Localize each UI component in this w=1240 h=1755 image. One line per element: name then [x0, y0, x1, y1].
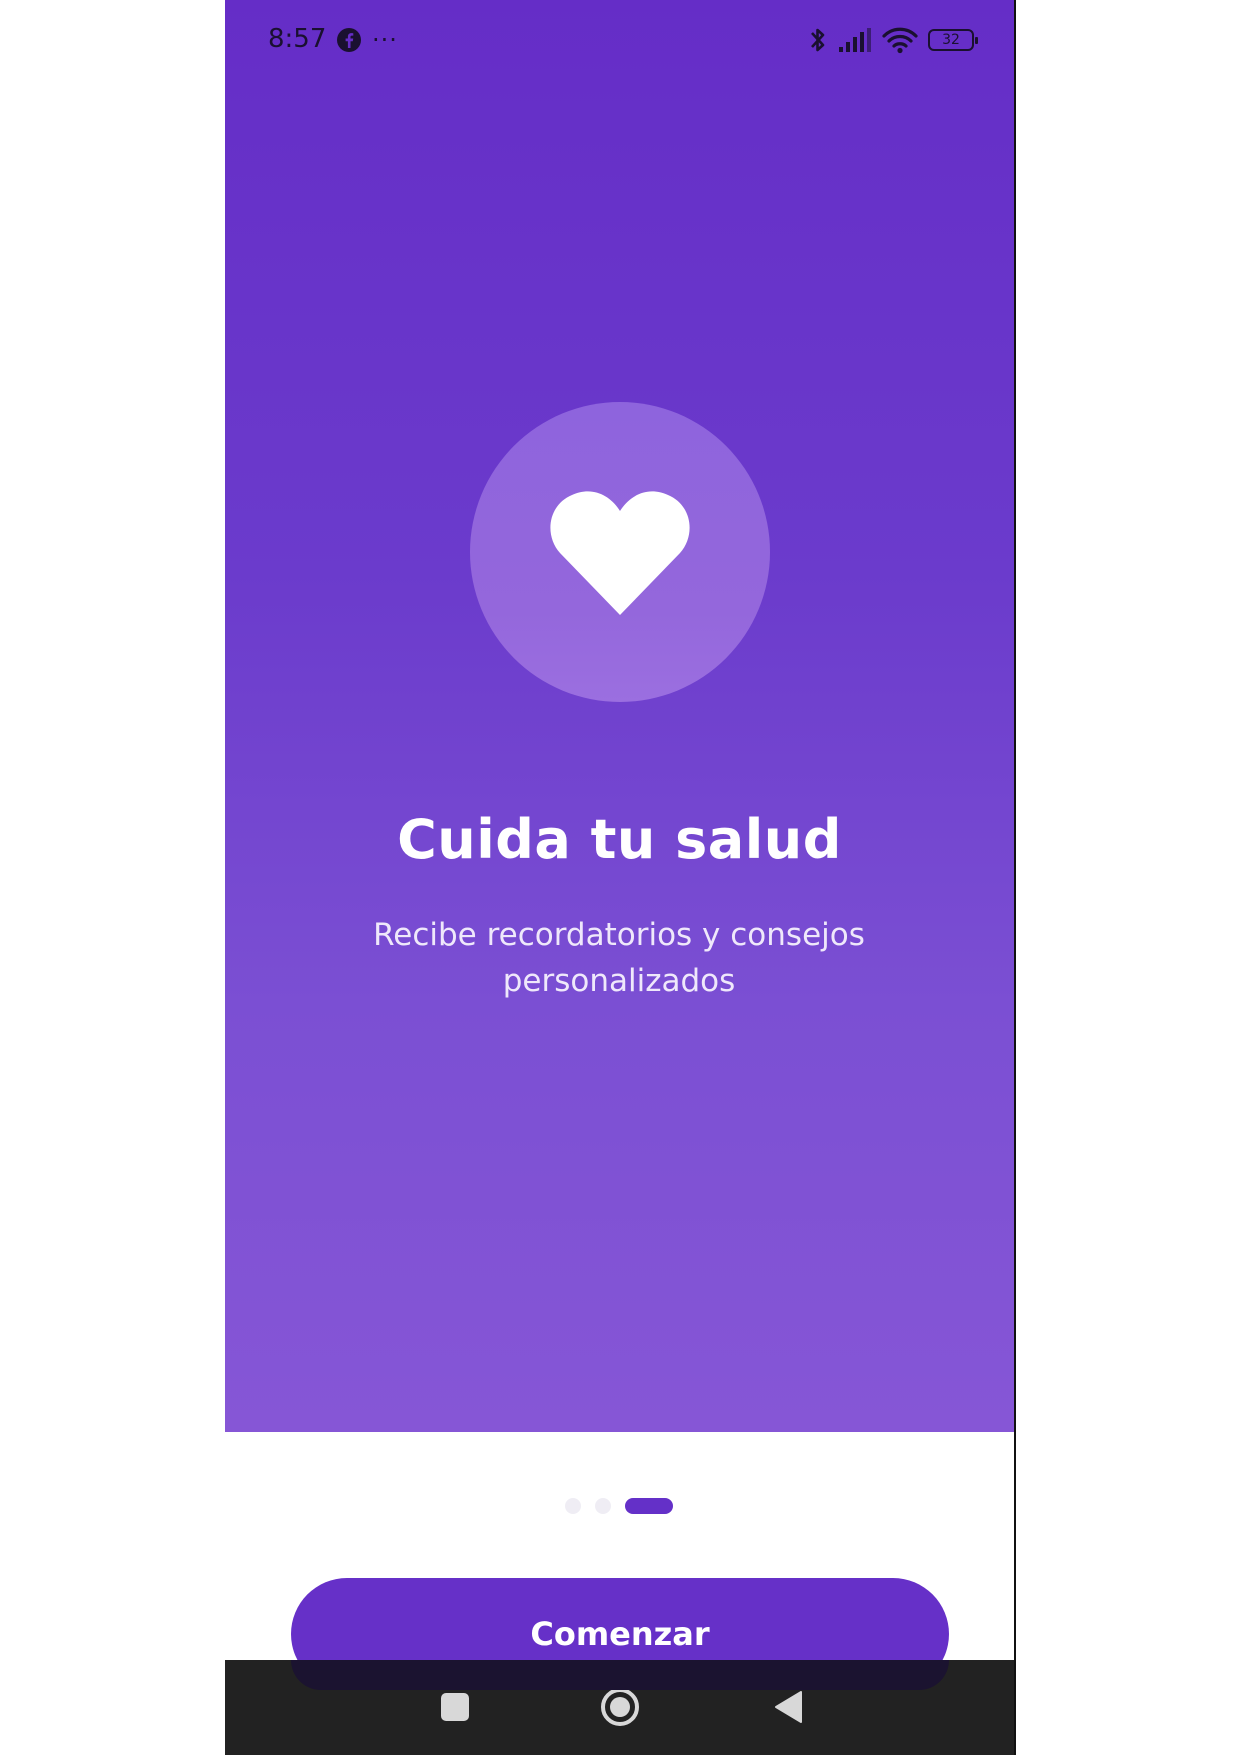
signal-icon — [839, 28, 871, 52]
battery-icon: 32 — [928, 29, 978, 51]
onboarding-title: Cuida tu salud — [397, 808, 842, 871]
feature-icon-circle — [470, 402, 770, 702]
system-icons: 32 — [808, 24, 978, 56]
home-circle-icon[interactable] — [597, 1684, 643, 1730]
page-dot-1[interactable] — [565, 1498, 581, 1514]
status-time: 8:57 — [268, 24, 327, 54]
onboarding-subtitle: Recibe recordatorios y consejos personal… — [373, 917, 865, 999]
page-indicator — [565, 1497, 673, 1514]
status-bar: 8:57 ··· 32 — [225, 0, 1014, 80]
recents-square-icon[interactable] — [432, 1684, 478, 1730]
more-dots-icon: ··· — [372, 26, 398, 54]
wifi-icon — [882, 27, 918, 54]
battery-level: 32 — [942, 32, 960, 48]
onboarding-hero: 8:57 ··· 32 Cuida tu salud Recibe record… — [225, 0, 1014, 1432]
phone-screen: 8:57 ··· 32 Cuida tu salud Recibe record… — [225, 0, 1016, 1755]
back-triangle-icon[interactable] — [765, 1684, 811, 1730]
system-nav-bar — [225, 1660, 1014, 1755]
bluetooth-icon — [811, 28, 825, 52]
page-dot-3-active[interactable] — [625, 1498, 673, 1514]
heart-icon — [550, 491, 690, 615]
page-dot-2[interactable] — [595, 1498, 611, 1514]
facebook-icon — [337, 28, 361, 52]
